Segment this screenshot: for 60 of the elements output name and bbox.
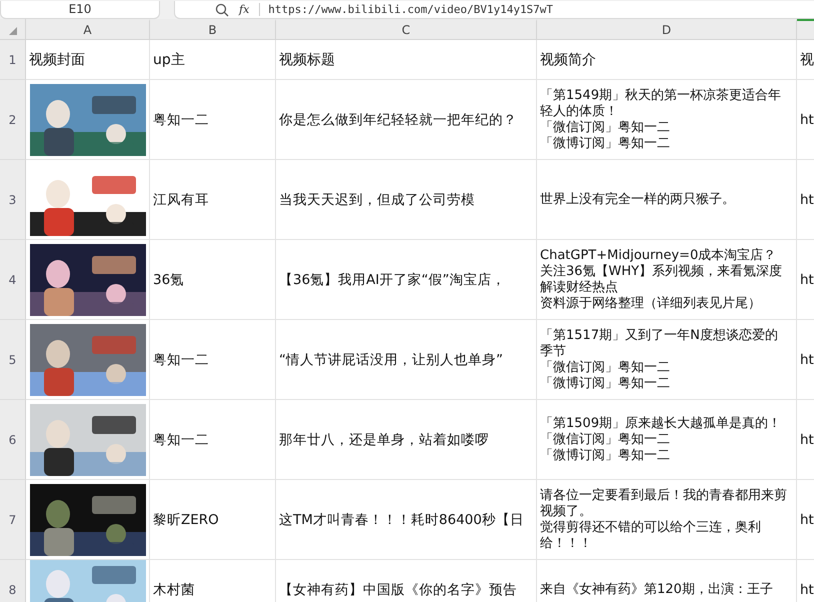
description-text: 「微博订阅」粤知一二 bbox=[540, 376, 671, 392]
description-text: 来自《女神有药》第120期，出演：王子 bbox=[540, 582, 774, 598]
table-cell: 这TM才叫青春！！！耗时86400秒【日 bbox=[276, 480, 537, 560]
table-cell: 你是怎么做到年纪轻轻就一把年纪的？ bbox=[276, 80, 537, 160]
description-text: 「第1517期」又到了一年N度想谈恋爱的季节 bbox=[540, 328, 779, 360]
function-label: fx bbox=[239, 3, 250, 16]
row-header[interactable]: 6 bbox=[0, 400, 26, 480]
description-text: 资料源于网络整理（详细列表见片尾） bbox=[540, 296, 762, 312]
formula-bar[interactable]: fx https://www.bilibili.com/video/BV1y14y1S7wT bbox=[174, 1, 814, 19]
description-text: ChatGPT+Midjourney=0成本淘宝店？ bbox=[540, 248, 778, 264]
table-cell: 粤知一二 bbox=[150, 400, 276, 480]
row-header[interactable]: 4 bbox=[0, 240, 26, 320]
description-text: 请各位一定要看到最后！我的青春都用来剪视频了。 bbox=[540, 488, 788, 520]
description-text: 「微博订阅」粤知一二 bbox=[540, 136, 671, 152]
table-cell: 当我天天迟到，但成了公司劳模 bbox=[276, 160, 537, 240]
table-cell: 视频封面 bbox=[26, 40, 150, 80]
table-cell: 【女神有药】中国版《你的名字》预告 bbox=[276, 560, 537, 602]
description-text: 「第1549期」秋天的第一杯凉茶更适合年轻人的体质！ bbox=[540, 88, 782, 120]
table-cell: 粤知一二 bbox=[150, 320, 276, 400]
table-cell: 黎昕ZERO bbox=[150, 480, 276, 560]
column-header[interactable]: B bbox=[150, 19, 276, 40]
table-cell: 视频标题 bbox=[276, 40, 537, 80]
description-text: 「微信订阅」粤知一二 bbox=[540, 120, 671, 136]
column-header[interactable]: C bbox=[276, 19, 537, 40]
table-cell: ht bbox=[797, 400, 814, 480]
select-all-icon[interactable] bbox=[8, 27, 16, 35]
search-icon bbox=[215, 2, 229, 16]
row-header[interactable]: 1 bbox=[0, 40, 26, 80]
table-cell: 36氪 bbox=[150, 240, 276, 320]
description-text: 「微信订阅」粤知一二 bbox=[540, 360, 671, 376]
description-text: 世界上没有完全一样的两只猴子。 bbox=[540, 192, 736, 208]
column-header[interactable]: D bbox=[537, 19, 797, 40]
table-cell: 【36氪】我用AI开了家“假”淘宝店， bbox=[276, 240, 537, 320]
table-cell: ht bbox=[797, 560, 814, 602]
table-cell: 视频简介 bbox=[537, 40, 797, 80]
table-cell: ht bbox=[797, 320, 814, 400]
row-header[interactable]: 5 bbox=[0, 320, 26, 400]
table-cell: 木村菌 bbox=[150, 560, 276, 602]
formula-value: https://www.bilibili.com/video/BV1y14y1S7wT bbox=[259, 3, 554, 16]
table-cell: up主 bbox=[150, 40, 276, 80]
table-cell: ht bbox=[797, 240, 814, 320]
column-header[interactable]: A bbox=[26, 19, 150, 40]
table-cell: 视 bbox=[797, 40, 814, 80]
description-text: 「微博订阅」粤知一二 bbox=[540, 448, 671, 464]
row-header[interactable]: 2 bbox=[0, 80, 26, 160]
table-cell: “情人节讲屁话没用，让别人也单身” bbox=[276, 320, 537, 400]
row-header[interactable]: 3 bbox=[0, 160, 26, 240]
table-cell: 那年廿八，还是单身，站着如喽啰 bbox=[276, 400, 537, 480]
table-cell: 粤知一二 bbox=[150, 80, 276, 160]
description-text: 觉得剪得还不错的可以给个三连，奥利给！！！ bbox=[540, 520, 762, 552]
description-text: 「微信订阅」粤知一二 bbox=[540, 432, 671, 448]
description-text: 「第1509期」原来越长大越孤单是真的！ bbox=[540, 416, 782, 432]
table-cell: 江风有耳 bbox=[150, 160, 276, 240]
table-cell: ht bbox=[797, 480, 814, 560]
table-cell: ht bbox=[797, 80, 814, 160]
row-header[interactable]: 7 bbox=[0, 480, 26, 560]
table-cell: ht bbox=[797, 160, 814, 240]
description-text: 关注36氪【WHY】系列视频，来看氪深度解读财经热点 bbox=[540, 264, 784, 296]
row-header[interactable]: 8 bbox=[0, 560, 26, 602]
name-box[interactable]: E10 bbox=[0, 1, 160, 19]
